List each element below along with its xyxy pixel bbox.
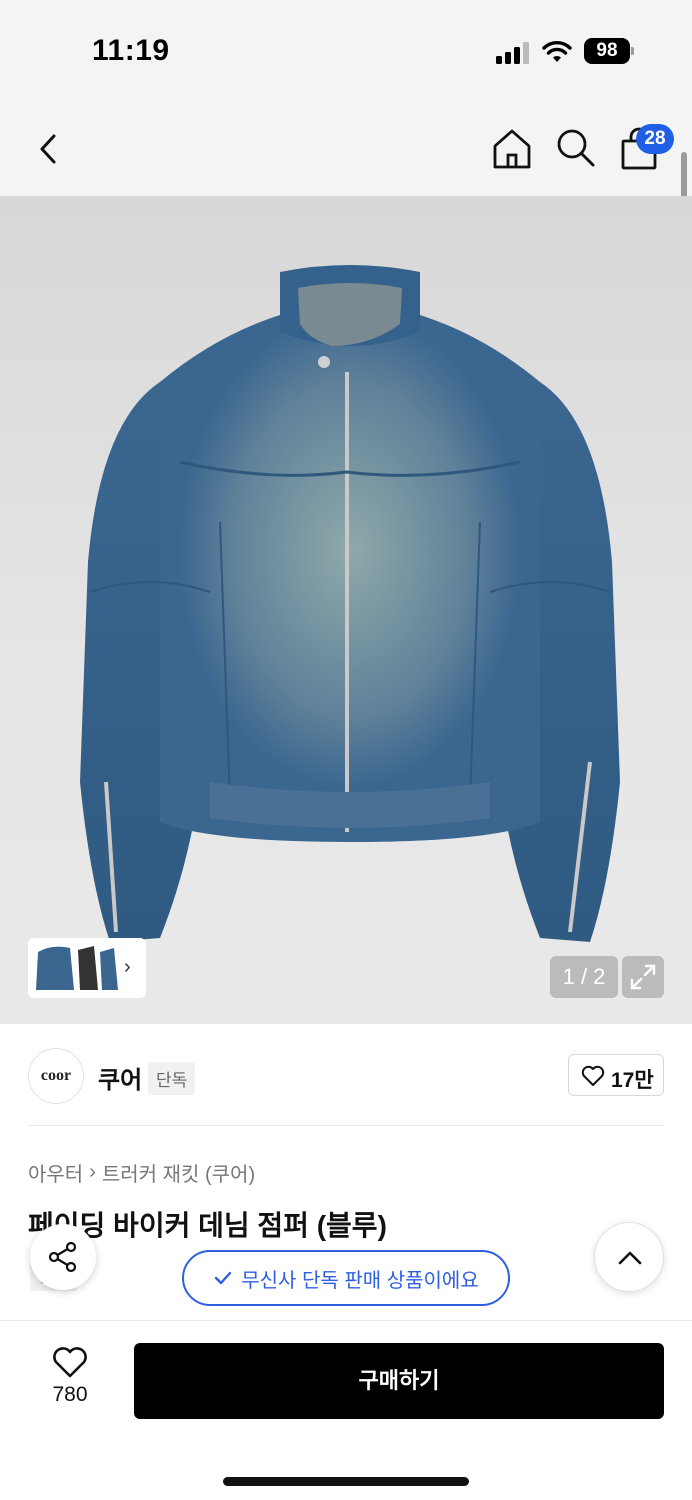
expand-icon — [630, 964, 656, 990]
share-button[interactable] — [30, 1224, 96, 1290]
divider — [28, 1125, 664, 1126]
brand-like-count: 17만 — [611, 1069, 654, 1092]
check-icon — [215, 1271, 232, 1285]
buy-button[interactable]: 구매하기 — [134, 1343, 664, 1419]
bottom-action-bar: 780 구매하기 — [0, 1320, 692, 1500]
search-icon[interactable] — [554, 126, 598, 170]
top-nav — [0, 100, 692, 196]
brand-logo[interactable]: coor — [28, 1048, 84, 1104]
product-like-button[interactable]: 780 — [40, 1347, 100, 1417]
product-like-count: 780 — [52, 1383, 88, 1406]
cart-count-badge: 28 — [636, 124, 674, 154]
exclusive-notice-text: 무신사 단독 판매 상품이에요 — [241, 1269, 479, 1292]
image-page-counter: 1 / 2 — [550, 956, 618, 998]
home-icon[interactable] — [490, 126, 534, 172]
product-image — [80, 265, 620, 942]
heart-icon — [581, 1065, 605, 1086]
status-bar: 11:19 98 — [0, 0, 692, 100]
wifi-icon — [542, 41, 572, 62]
brand-exclusive-tag: 단독 — [148, 1062, 196, 1095]
heart-icon — [53, 1347, 87, 1378]
battery-indicator: 98 — [584, 38, 634, 64]
battery-cap — [631, 47, 634, 55]
breadcrumb: 아우터 › 트러커 재킷 (쿠어) — [28, 1158, 255, 1187]
expand-button[interactable] — [622, 956, 664, 998]
chevron-up-icon — [618, 1251, 642, 1265]
breadcrumb-category[interactable]: 아우터 — [28, 1158, 83, 1187]
scroll-to-top-button[interactable] — [594, 1222, 664, 1292]
brand-like-button[interactable]: 17만 — [568, 1054, 664, 1096]
brand-name[interactable]: 쿠어 — [98, 1060, 142, 1095]
battery-level: 98 — [584, 38, 630, 64]
chevron-right-icon: › — [89, 1161, 96, 1183]
thumbnail-strip[interactable]: › — [28, 938, 146, 998]
brand-row: coor 쿠어 단독 17만 — [0, 1026, 692, 1126]
chevron-right-icon: › — [124, 956, 131, 978]
back-icon[interactable] — [28, 128, 70, 170]
product-image-gallery[interactable]: › 1 / 2 — [0, 196, 692, 1024]
signal-icon — [496, 42, 529, 64]
home-indicator — [223, 1477, 469, 1486]
status-time: 11:19 — [92, 34, 170, 67]
share-icon — [48, 1241, 77, 1273]
thumbnail-images — [36, 946, 118, 990]
exclusive-notice-pill[interactable]: 무신사 단독 판매 상품이에요 — [182, 1250, 510, 1306]
breadcrumb-subcategory[interactable]: 트러커 재킷 (쿠어) — [102, 1158, 255, 1187]
